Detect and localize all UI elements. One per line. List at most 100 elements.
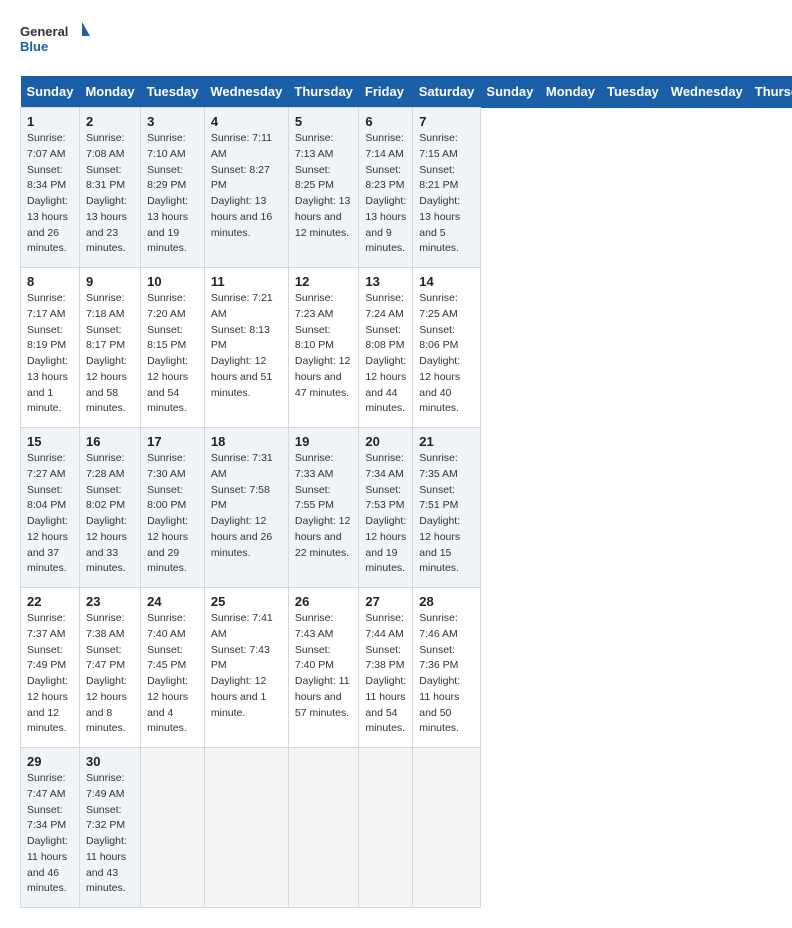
- calendar-cell: 16 Sunrise: 7:28 AMSunset: 8:02 PMDayligh…: [79, 428, 140, 588]
- day-info: Sunrise: 7:38 AMSunset: 7:47 PMDaylight:…: [86, 611, 134, 737]
- day-number: 11: [211, 274, 282, 289]
- day-info: Sunrise: 7:14 AMSunset: 8:23 PMDaylight:…: [365, 131, 406, 257]
- calendar-cell: 7 Sunrise: 7:15 AMSunset: 8:21 PMDaylight…: [413, 108, 481, 268]
- day-info: Sunrise: 7:10 AMSunset: 8:29 PMDaylight:…: [147, 131, 198, 257]
- calendar-cell: 13 Sunrise: 7:24 AMSunset: 8:08 PMDayligh…: [359, 268, 413, 428]
- day-number: 2: [86, 114, 134, 129]
- header-wednesday: Wednesday: [665, 76, 749, 108]
- calendar-cell: 29 Sunrise: 7:47 AMSunset: 7:34 PMDayligh…: [21, 748, 80, 908]
- day-info: Sunrise: 7:13 AMSunset: 8:25 PMDaylight:…: [295, 131, 353, 241]
- day-number: 5: [295, 114, 353, 129]
- day-number: 8: [27, 274, 73, 289]
- day-info: Sunrise: 7:35 AMSunset: 7:51 PMDaylight:…: [419, 451, 474, 577]
- calendar-cell: 2 Sunrise: 7:08 AMSunset: 8:31 PMDaylight…: [79, 108, 140, 268]
- day-info: Sunrise: 7:37 AMSunset: 7:49 PMDaylight:…: [27, 611, 73, 737]
- day-info: Sunrise: 7:11 AMSunset: 8:27 PMDaylight:…: [211, 131, 282, 241]
- day-info: Sunrise: 7:25 AMSunset: 8:06 PMDaylight:…: [419, 291, 474, 417]
- day-info: Sunrise: 7:44 AMSunset: 7:38 PMDaylight:…: [365, 611, 406, 737]
- calendar-week-5: 29 Sunrise: 7:47 AMSunset: 7:34 PMDayligh…: [21, 748, 792, 908]
- svg-text:Blue: Blue: [20, 39, 48, 54]
- day-number: 3: [147, 114, 198, 129]
- calendar-cell: 5 Sunrise: 7:13 AMSunset: 8:25 PMDaylight…: [288, 108, 359, 268]
- calendar-week-1: 1 Sunrise: 7:07 AMSunset: 8:34 PMDaylight…: [21, 108, 792, 268]
- day-info: Sunrise: 7:20 AMSunset: 8:15 PMDaylight:…: [147, 291, 198, 417]
- day-info: Sunrise: 7:21 AMSunset: 8:13 PMDaylight:…: [211, 291, 282, 401]
- calendar-cell: 12 Sunrise: 7:23 AMSunset: 8:10 PMDayligh…: [288, 268, 359, 428]
- day-info: Sunrise: 7:47 AMSunset: 7:34 PMDaylight:…: [27, 771, 73, 897]
- day-info: Sunrise: 7:07 AMSunset: 8:34 PMDaylight:…: [27, 131, 73, 257]
- day-number: 9: [86, 274, 134, 289]
- day-number: 29: [27, 754, 73, 769]
- header-monday: Monday: [79, 76, 140, 108]
- day-info: Sunrise: 7:41 AMSunset: 7:43 PMDaylight:…: [211, 611, 282, 721]
- calendar-cell: 9 Sunrise: 7:18 AMSunset: 8:17 PMDaylight…: [79, 268, 140, 428]
- day-number: 14: [419, 274, 474, 289]
- day-number: 27: [365, 594, 406, 609]
- calendar-cell: 18Sunrise: 7:31 AMSunset: 7:58 PMDayligh…: [204, 428, 288, 588]
- page-header: General Blue: [20, 20, 772, 60]
- day-number: 19: [295, 434, 353, 449]
- calendar-cell: [359, 748, 413, 908]
- calendar-header-row: SundayMondayTuesdayWednesdayThursdayFrid…: [21, 76, 792, 108]
- day-number: 12: [295, 274, 353, 289]
- day-number: 28: [419, 594, 474, 609]
- day-number: 16: [86, 434, 134, 449]
- calendar-cell: 4 Sunrise: 7:11 AMSunset: 8:27 PMDaylight…: [204, 108, 288, 268]
- day-number: 22: [27, 594, 73, 609]
- calendar-cell: 6 Sunrise: 7:14 AMSunset: 8:23 PMDaylight…: [359, 108, 413, 268]
- day-info: Sunrise: 7:15 AMSunset: 8:21 PMDaylight:…: [419, 131, 474, 257]
- day-number: 6: [365, 114, 406, 129]
- day-number: 7: [419, 114, 474, 129]
- calendar-cell: [413, 748, 481, 908]
- day-number: 26: [295, 594, 353, 609]
- day-info: Sunrise: 7:30 AMSunset: 8:00 PMDaylight:…: [147, 451, 198, 577]
- header-tuesday: Tuesday: [601, 76, 665, 108]
- calendar-cell: 15Sunrise: 7:27 AMSunset: 8:04 PMDayligh…: [21, 428, 80, 588]
- calendar-cell: 1 Sunrise: 7:07 AMSunset: 8:34 PMDaylight…: [21, 108, 80, 268]
- day-number: 18: [211, 434, 282, 449]
- day-info: Sunrise: 7:17 AMSunset: 8:19 PMDaylight:…: [27, 291, 73, 417]
- header-thursday: Thursday: [288, 76, 359, 108]
- calendar-cell: 14 Sunrise: 7:25 AMSunset: 8:06 PMDayligh…: [413, 268, 481, 428]
- day-info: Sunrise: 7:28 AMSunset: 8:02 PMDaylight:…: [86, 451, 134, 577]
- day-info: Sunrise: 7:18 AMSunset: 8:17 PMDaylight:…: [86, 291, 134, 417]
- day-number: 1: [27, 114, 73, 129]
- day-info: Sunrise: 7:43 AMSunset: 7:40 PMDaylight:…: [295, 611, 353, 721]
- day-number: 20: [365, 434, 406, 449]
- header-tuesday: Tuesday: [141, 76, 205, 108]
- header-friday: Friday: [359, 76, 413, 108]
- day-info: Sunrise: 7:27 AMSunset: 8:04 PMDaylight:…: [27, 451, 73, 577]
- day-info: Sunrise: 7:08 AMSunset: 8:31 PMDaylight:…: [86, 131, 134, 257]
- day-number: 21: [419, 434, 474, 449]
- day-info: Sunrise: 7:24 AMSunset: 8:08 PMDaylight:…: [365, 291, 406, 417]
- calendar-cell: 3 Sunrise: 7:10 AMSunset: 8:29 PMDaylight…: [141, 108, 205, 268]
- header-sunday: Sunday: [480, 76, 539, 108]
- header-wednesday: Wednesday: [204, 76, 288, 108]
- day-number: 30: [86, 754, 134, 769]
- day-info: Sunrise: 7:46 AMSunset: 7:36 PMDaylight:…: [419, 611, 474, 737]
- logo: General Blue: [20, 20, 90, 60]
- calendar-cell: 19 Sunrise: 7:33 AMSunset: 7:55 PMDayligh…: [288, 428, 359, 588]
- day-info: Sunrise: 7:40 AMSunset: 7:45 PMDaylight:…: [147, 611, 198, 737]
- calendar-week-2: 8 Sunrise: 7:17 AMSunset: 8:19 PMDaylight…: [21, 268, 792, 428]
- day-info: Sunrise: 7:49 AMSunset: 7:32 PMDaylight:…: [86, 771, 134, 897]
- day-info: Sunrise: 7:23 AMSunset: 8:10 PMDaylight:…: [295, 291, 353, 401]
- day-number: 13: [365, 274, 406, 289]
- calendar-cell: 20 Sunrise: 7:34 AMSunset: 7:53 PMDayligh…: [359, 428, 413, 588]
- day-number: 17: [147, 434, 198, 449]
- calendar-cell: [141, 748, 205, 908]
- day-number: 10: [147, 274, 198, 289]
- day-info: Sunrise: 7:34 AMSunset: 7:53 PMDaylight:…: [365, 451, 406, 577]
- calendar-cell: 21 Sunrise: 7:35 AMSunset: 7:51 PMDayligh…: [413, 428, 481, 588]
- day-number: 4: [211, 114, 282, 129]
- header-sunday: Sunday: [21, 76, 80, 108]
- calendar-week-3: 15Sunrise: 7:27 AMSunset: 8:04 PMDayligh…: [21, 428, 792, 588]
- header-thursday: Thursday: [749, 76, 792, 108]
- day-number: 25: [211, 594, 282, 609]
- calendar-cell: 30 Sunrise: 7:49 AMSunset: 7:32 PMDayligh…: [79, 748, 140, 908]
- day-number: 23: [86, 594, 134, 609]
- logo-svg: General Blue: [20, 20, 90, 60]
- header-saturday: Saturday: [413, 76, 481, 108]
- day-info: Sunrise: 7:33 AMSunset: 7:55 PMDaylight:…: [295, 451, 353, 561]
- calendar-cell: 17 Sunrise: 7:30 AMSunset: 8:00 PMDayligh…: [141, 428, 205, 588]
